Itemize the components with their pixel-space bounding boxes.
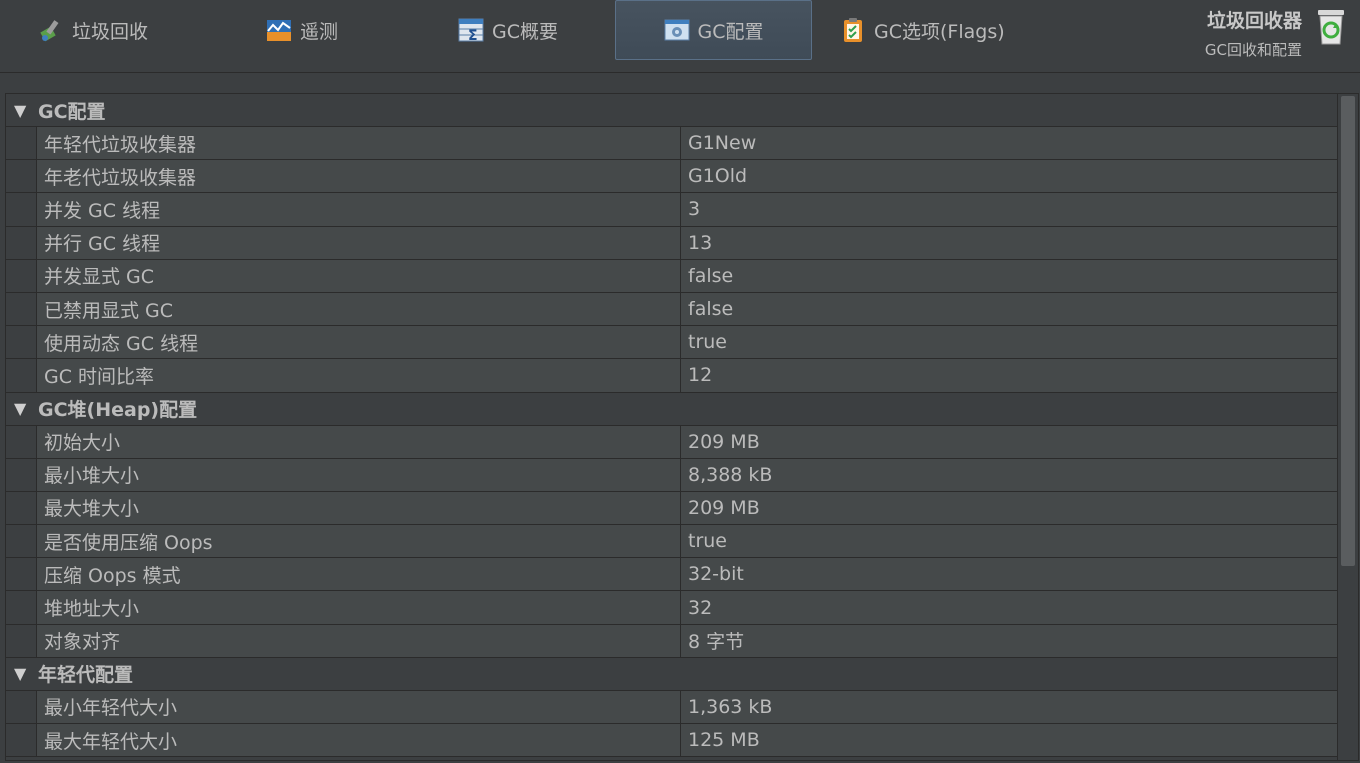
property-name: 最小年轻代大小 — [37, 690, 681, 723]
property-value: false — [681, 259, 1337, 292]
property-value: 125 MB — [681, 724, 1337, 757]
property-name: 并发显式 GC — [37, 259, 681, 292]
property-value: 1,363 kB — [681, 690, 1337, 723]
tab-label: GC选项(Flags) — [874, 20, 1005, 43]
table-row[interactable]: 最小堆大小 8,388 kB — [6, 458, 1337, 492]
section-gc-config[interactable]: ▼ GC配置 — [6, 94, 1337, 127]
table-row[interactable]: 年老代垃圾收集器 G1Old — [6, 160, 1337, 194]
property-value: G1Old — [681, 160, 1337, 193]
property-value: 12 — [681, 359, 1337, 392]
toolbar: 垃圾回收 遥测 Σ GC概要 GC配置 GC选项(Flags) 垃圾回收器 GC… — [0, 0, 1360, 73]
clipboard-check-icon — [840, 17, 866, 43]
property-name: 年轻代垃圾收集器 — [37, 127, 681, 160]
table-row[interactable]: 堆地址大小 32 — [6, 591, 1337, 625]
gc-config-table: ▼ GC配置 年轻代垃圾收集器 G1New 年老代垃圾收集器 G1Old 并发 GC… — [5, 93, 1359, 761]
tab-telemetry[interactable]: 遥测 — [266, 0, 426, 60]
table-row[interactable]: 初始大小 209 MB — [6, 425, 1337, 459]
tab-label: GC配置 — [697, 20, 764, 43]
sigma-table-icon: Σ — [458, 17, 484, 44]
table-row[interactable]: 已禁用显式 GC false — [6, 292, 1337, 327]
property-name: 已禁用显式 GC — [37, 292, 681, 326]
collapse-triangle-icon[interactable]: ▼ — [14, 399, 28, 418]
table-row[interactable]: 对象对齐 8 字节 — [6, 624, 1337, 658]
gear-window-icon — [664, 17, 690, 43]
table-rows: ▼ GC配置 年轻代垃圾收集器 G1New 年老代垃圾收集器 G1Old 并发 GC… — [6, 94, 1337, 758]
section-title: 年轻代配置 — [38, 664, 134, 687]
property-name: 是否使用压缩 Oops — [37, 525, 681, 558]
tab-label: 遥测 — [300, 20, 339, 43]
header-title: 垃圾回收器 — [1206, 10, 1302, 32]
property-value: true — [681, 525, 1337, 558]
property-value: 13 — [681, 226, 1337, 259]
property-value: 209 MB — [681, 491, 1337, 525]
property-value: 8 字节 — [681, 624, 1337, 657]
property-name: 并发 GC 线程 — [37, 193, 681, 226]
property-value: 8,388 kB — [681, 458, 1337, 491]
recycle-bin-icon — [1314, 8, 1348, 46]
tab-label: GC概要 — [492, 20, 558, 43]
table-row[interactable]: 最大堆大小 209 MB — [6, 491, 1337, 526]
scrollbar-thumb[interactable] — [1341, 96, 1355, 566]
property-name: 最大堆大小 — [37, 491, 681, 525]
recycle-pen-icon — [38, 17, 64, 43]
tab-gc-config[interactable]: GC配置 — [615, 0, 812, 60]
vertical-scrollbar[interactable] — [1337, 94, 1358, 760]
collapse-triangle-icon[interactable]: ▼ — [14, 101, 28, 120]
tab-gc-summary[interactable]: Σ GC概要 — [458, 0, 608, 60]
table-row[interactable]: GC 时间比率 12 — [6, 359, 1337, 393]
chart-icon — [266, 17, 292, 43]
property-name: 压缩 Oops 模式 — [37, 558, 681, 591]
property-name: 初始大小 — [37, 425, 681, 458]
property-value: 32-bit — [681, 558, 1337, 591]
section-heap-config[interactable]: ▼ GC堆(Heap)配置 — [6, 392, 1337, 426]
tab-label: 垃圾回收 — [72, 20, 149, 43]
table-row[interactable]: 最小年轻代大小 1,363 kB — [6, 690, 1337, 724]
property-name: 最大年轻代大小 — [37, 724, 681, 757]
property-value: 3 — [681, 193, 1337, 226]
table-row[interactable]: 并发显式 GC false — [6, 259, 1337, 293]
table-row[interactable]: 最大年轻代大小 125 MB — [6, 724, 1337, 758]
section-young-gen-config[interactable]: ▼ 年轻代配置 — [6, 657, 1337, 691]
property-name: 最小堆大小 — [37, 458, 681, 491]
table-row[interactable]: 压缩 Oops 模式 32-bit — [6, 558, 1337, 592]
property-name: 使用动态 GC 线程 — [37, 326, 681, 359]
section-title: GC配置 — [38, 100, 106, 123]
section-title: GC堆(Heap)配置 — [38, 399, 198, 421]
tab-gc[interactable]: 垃圾回收 — [38, 0, 218, 60]
property-name: 堆地址大小 — [37, 591, 681, 624]
collapse-triangle-icon[interactable]: ▼ — [14, 664, 28, 683]
property-value: 209 MB — [681, 425, 1337, 458]
property-value: false — [681, 292, 1337, 326]
property-value: true — [681, 326, 1337, 359]
property-value: 32 — [681, 591, 1337, 624]
property-name: 年老代垃圾收集器 — [37, 160, 681, 193]
property-name: 并行 GC 线程 — [37, 226, 681, 259]
property-name: GC 时间比率 — [37, 359, 681, 392]
property-value: G1New — [681, 127, 1337, 160]
property-name: 对象对齐 — [37, 624, 681, 657]
table-row[interactable]: 并行 GC 线程 13 — [6, 226, 1337, 260]
tab-gc-flags[interactable]: GC选项(Flags) — [840, 0, 1040, 60]
header: 垃圾回收器 GC回收和配置 — [1205, 6, 1302, 60]
table-row[interactable]: 使用动态 GC 线程 true — [6, 326, 1337, 360]
svg-text:Σ: Σ — [468, 28, 478, 43]
table-row[interactable]: 并发 GC 线程 3 — [6, 193, 1337, 227]
table-row[interactable]: 年轻代垃圾收集器 G1New — [6, 127, 1337, 161]
header-subtitle: GC回收和配置 — [1204, 41, 1302, 59]
table-row[interactable]: 是否使用压缩 Oops true — [6, 525, 1337, 559]
